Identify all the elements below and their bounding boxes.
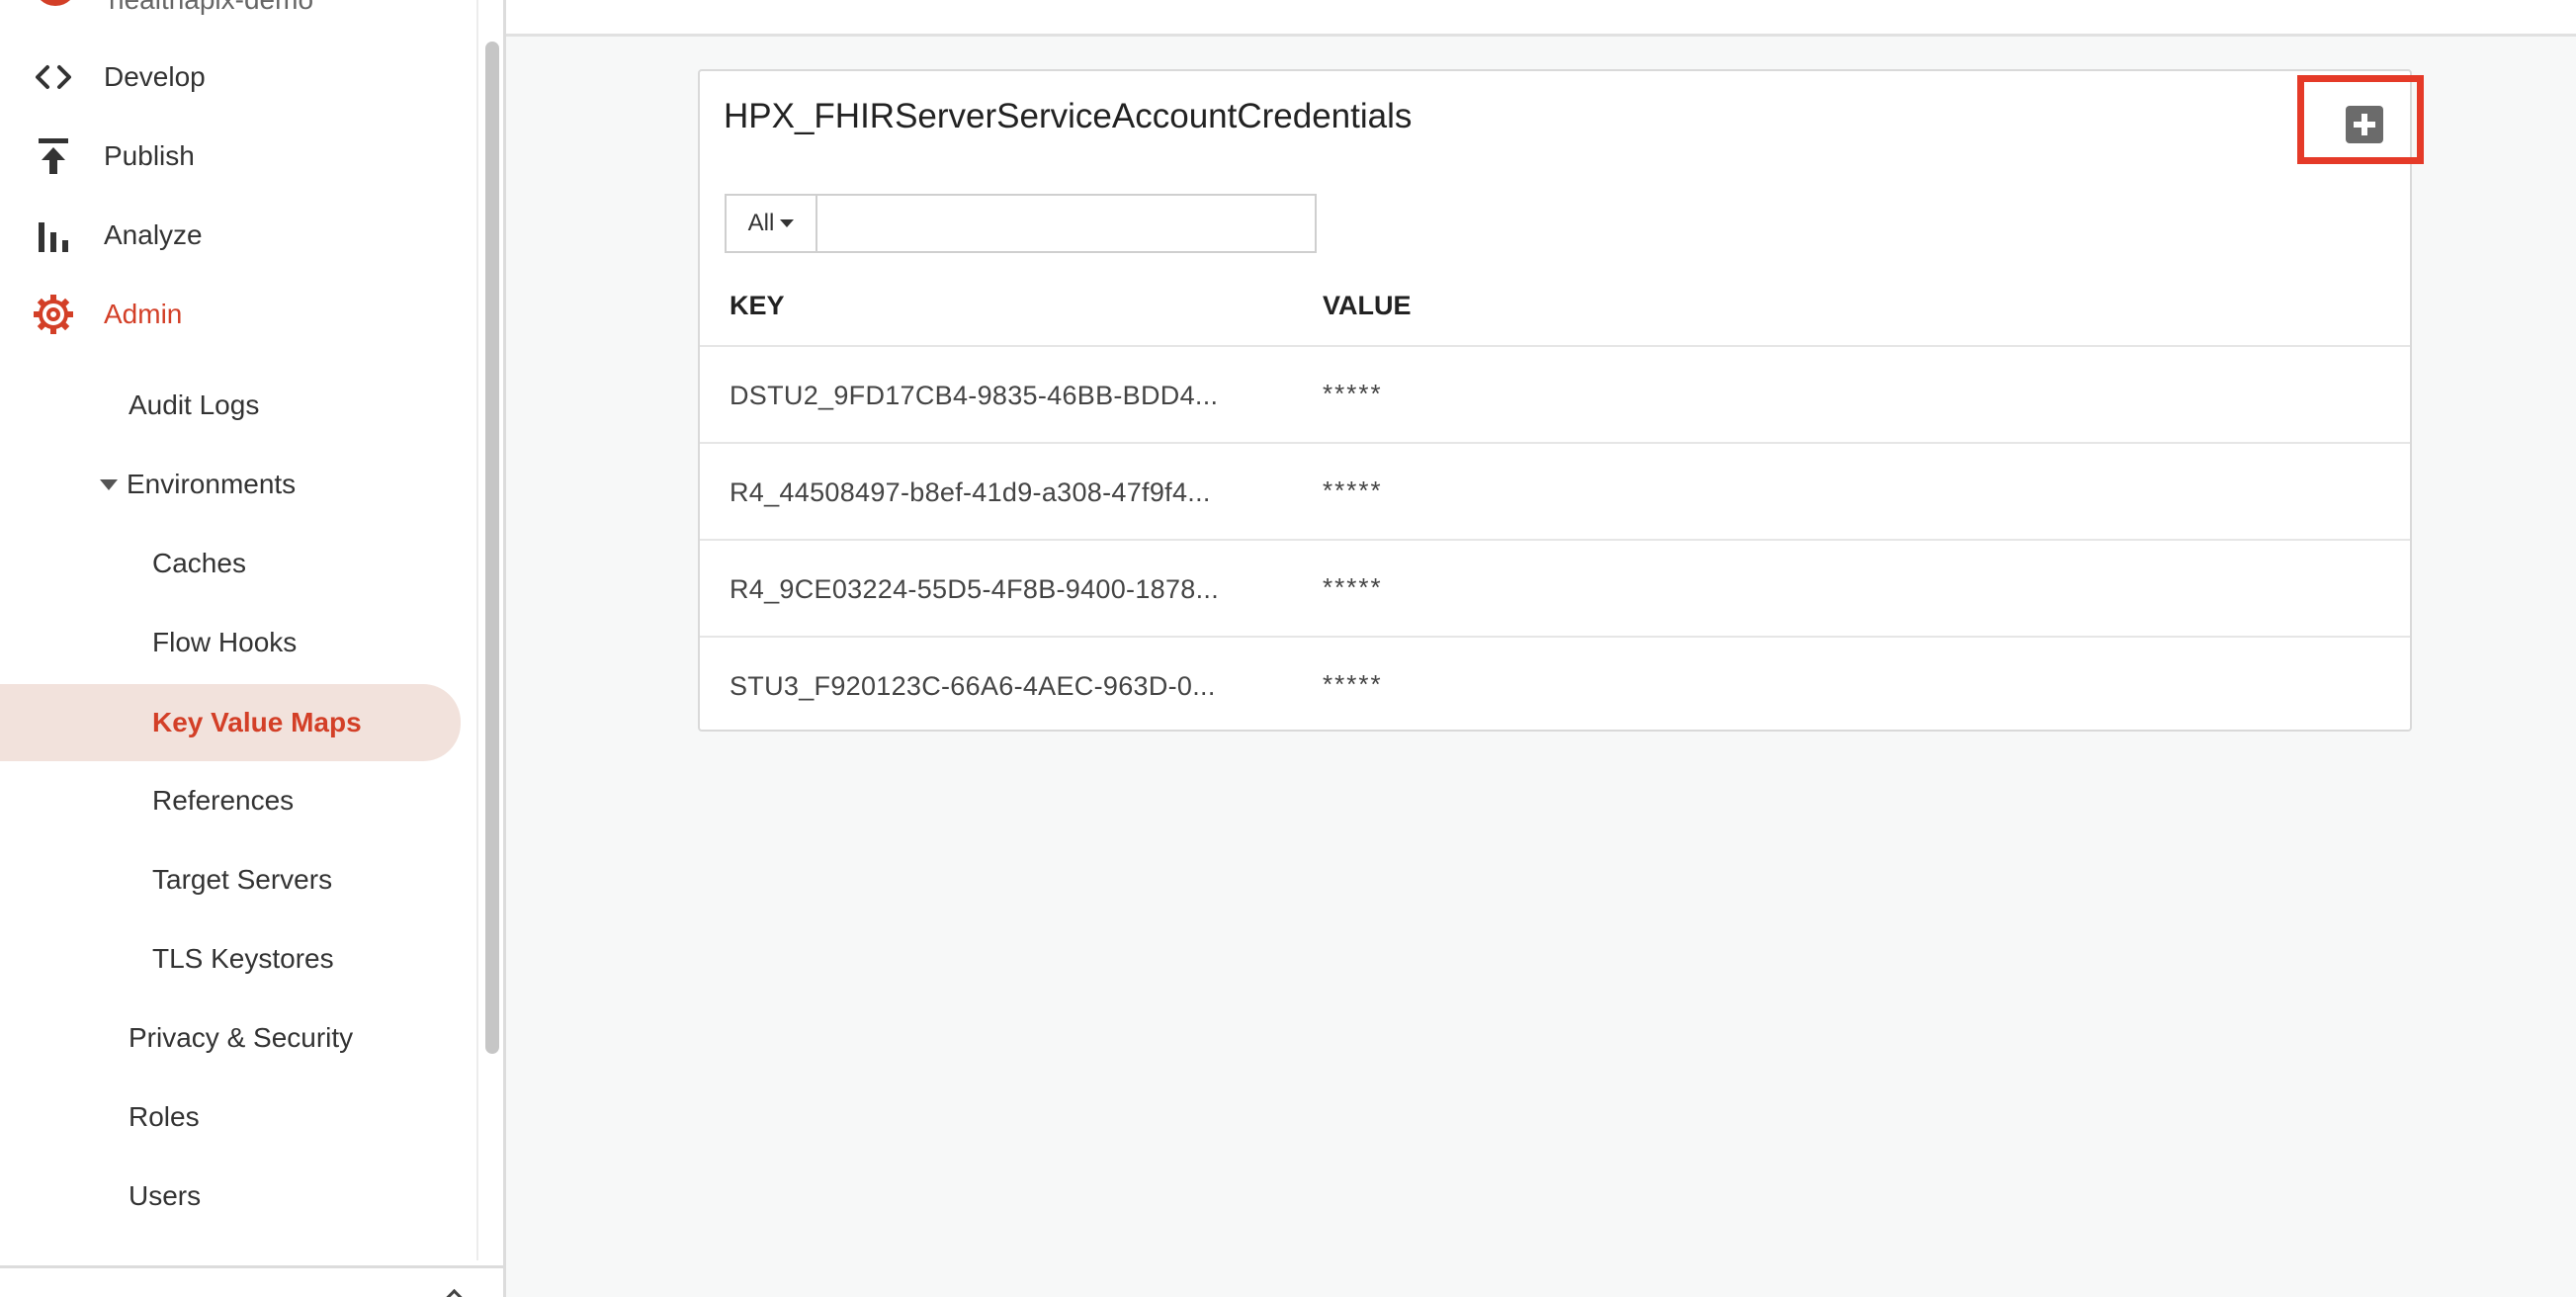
nav-label: Privacy & Security [129,1022,354,1053]
bar-chart-icon [32,214,75,257]
nav-flow-hooks[interactable]: Flow Hooks [0,605,461,680]
nav-label: Users [129,1180,202,1211]
filter-input[interactable] [817,196,1315,251]
nav-label: TLS Keystores [152,943,334,974]
row-key: DSTU2_9FD17CB4-9835-46BB-BDD4... [730,381,1219,410]
sidebar-footer [0,1265,503,1297]
column-header-key: KEY [730,291,785,320]
nav-references[interactable]: References [0,763,461,838]
nav-develop[interactable]: Develop [0,45,474,109]
nav-label: Audit Logs [129,389,260,420]
column-header-value: VALUE [1323,291,1412,320]
sidebar: healthapix-demo Develop Publish Analyze [0,0,506,1297]
row-value: ***** [1323,379,1383,408]
nav-label: Develop [104,61,206,92]
nav-label: Caches [152,548,246,578]
nav-caches[interactable]: Caches [0,526,461,601]
nav-label: Environments [127,469,297,499]
nav-tls-keystores[interactable]: TLS Keystores [0,921,461,996]
nav-label: References [152,785,295,816]
row-key: STU3_F920123C-66A6-4AEC-963D-0... [730,671,1216,701]
nav-label: Key Value Maps [152,707,362,737]
nav-privacy-security[interactable]: Privacy & Security [0,1000,461,1076]
nav-label: Target Servers [152,864,333,895]
nav-key-value-maps[interactable]: Key Value Maps [0,684,461,761]
nav-target-servers[interactable]: Target Servers [0,842,461,917]
org-logo [34,0,77,6]
table-row[interactable]: R4_44508497-b8ef-41d9-a308-47f9f4... ***… [700,442,2410,539]
nav-label: Roles [129,1101,200,1132]
nav-label: Publish [104,140,195,171]
nav-audit-logs[interactable]: Audit Logs [0,368,461,443]
kvm-card: HPX_FHIRServerServiceAccountCredentials … [698,69,2424,733]
nav-analyze[interactable]: Analyze [0,204,474,267]
caret-down-icon [780,219,795,227]
kvm-title: HPX_FHIRServerServiceAccountCredentials [724,97,1413,135]
row-value: ***** [1323,669,1383,699]
table-row[interactable]: R4_9CE03224-55D5-4F8B-9400-1878... ***** [700,539,2410,636]
nav-users[interactable]: Users [0,1159,461,1234]
nav-label: Flow Hooks [152,627,298,657]
code-icon [32,55,75,99]
sidebar-scrollbar[interactable] [485,42,499,1054]
nav-environments[interactable]: Environments [0,447,461,522]
table-row[interactable]: STU3_F920123C-66A6-4AEC-963D-0... ***** [700,636,2410,733]
nav-roles[interactable]: Roles [0,1080,461,1155]
nav-publish[interactable]: Publish [0,125,474,188]
collapse-chevron-icon[interactable] [443,1288,466,1297]
caret-down-icon [100,478,118,490]
row-value: ***** [1323,572,1383,602]
sidebar-scroll-track [476,0,478,1260]
row-key: R4_44508497-b8ef-41d9-a308-47f9f4... [730,477,1211,507]
nav-admin[interactable]: Admin [0,283,474,346]
row-key: R4_9CE03224-55D5-4F8B-9400-1878... [730,574,1220,604]
nav-label: Admin [104,299,183,329]
top-bar [506,0,2576,37]
row-value: ***** [1323,476,1383,505]
org-name: healthapix-demo [109,0,313,16]
filter-bar: All [725,194,1317,253]
nav-label: Analyze [104,219,203,250]
filter-scope-value: All [747,210,775,236]
filter-scope-select[interactable]: All [727,196,817,251]
gear-icon [32,293,75,336]
org-switcher[interactable]: healthapix-demo [0,0,474,20]
table-row[interactable]: DSTU2_9FD17CB4-9835-46BB-BDD4... ***** [700,345,2410,442]
add-entry-button[interactable] [2346,106,2383,143]
publish-icon [32,134,75,178]
